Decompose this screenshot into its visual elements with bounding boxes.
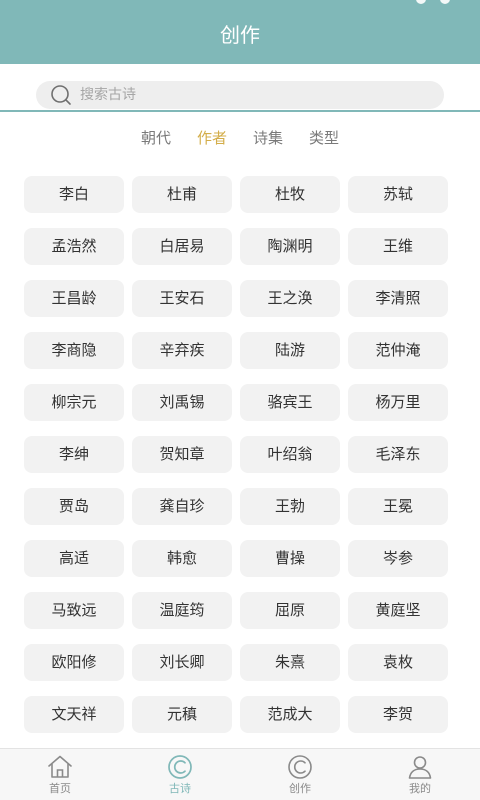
- poet-item[interactable]: 王勃: [240, 488, 340, 525]
- poet-item[interactable]: 王之涣: [240, 280, 340, 317]
- search-bar: [0, 64, 480, 112]
- poet-item[interactable]: 柳宗元: [24, 384, 124, 421]
- nav-label-home: 首页: [49, 782, 71, 795]
- poet-item[interactable]: 欧阳修: [24, 644, 124, 681]
- poet-item[interactable]: 刘禹锡: [132, 384, 232, 421]
- poet-item[interactable]: 屈原: [240, 592, 340, 629]
- filter-tabs: 朝代 作者 诗集 类型: [0, 124, 480, 152]
- poet-item[interactable]: 白居易: [132, 228, 232, 265]
- poet-item[interactable]: 陶渊明: [240, 228, 340, 265]
- create-icon: [288, 755, 312, 779]
- poet-item[interactable]: 岑参: [348, 540, 448, 577]
- poet-item[interactable]: 朱熹: [240, 644, 340, 681]
- poet-item[interactable]: 韩愈: [132, 540, 232, 577]
- page-title: 创作: [220, 23, 260, 47]
- poet-item[interactable]: 贾岛: [24, 488, 124, 525]
- search-input[interactable]: [80, 81, 420, 109]
- poet-item[interactable]: 元稹: [132, 696, 232, 733]
- poet-item[interactable]: 高适: [24, 540, 124, 577]
- poet-item[interactable]: 王冕: [348, 488, 448, 525]
- search-box[interactable]: [36, 81, 444, 109]
- poet-item[interactable]: 骆宾王: [240, 384, 340, 421]
- tab-type[interactable]: 类型: [309, 124, 339, 152]
- nav-profile[interactable]: 我的: [360, 749, 480, 800]
- poet-item[interactable]: 李清照: [348, 280, 448, 317]
- poet-item[interactable]: 龚自珍: [132, 488, 232, 525]
- search-icon: [51, 85, 71, 105]
- nav-label-poems: 古诗: [169, 782, 191, 795]
- bottom-nav: 首页 古诗 创作 我的: [0, 748, 480, 800]
- poet-item[interactable]: 贺知章: [132, 436, 232, 473]
- tab-collection[interactable]: 诗集: [253, 124, 283, 152]
- poet-item[interactable]: 孟浩然: [24, 228, 124, 265]
- poet-item[interactable]: 苏轼: [348, 176, 448, 213]
- poet-item[interactable]: 王安石: [132, 280, 232, 317]
- poet-item[interactable]: 李商隐: [24, 332, 124, 369]
- poet-item[interactable]: 王昌龄: [24, 280, 124, 317]
- home-icon: [48, 755, 72, 778]
- nav-label-profile: 我的: [409, 782, 431, 795]
- poet-item[interactable]: 刘长卿: [132, 644, 232, 681]
- poet-item[interactable]: 李绅: [24, 436, 124, 473]
- poet-item[interactable]: 王维: [348, 228, 448, 265]
- poet-item[interactable]: 马致远: [24, 592, 124, 629]
- nav-create[interactable]: 创作: [240, 749, 360, 800]
- poet-item[interactable]: 范仲淹: [348, 332, 448, 369]
- tab-author[interactable]: 作者: [197, 124, 227, 152]
- poet-item[interactable]: 李贺: [348, 696, 448, 733]
- poet-item[interactable]: 杜牧: [240, 176, 340, 213]
- poet-item[interactable]: 黄庭坚: [348, 592, 448, 629]
- nav-home[interactable]: 首页: [0, 749, 120, 800]
- poem-icon: [168, 755, 192, 779]
- user-icon: [408, 756, 432, 779]
- poet-item[interactable]: 杨万里: [348, 384, 448, 421]
- poet-item[interactable]: 袁枚: [348, 644, 448, 681]
- tab-dynasty[interactable]: 朝代: [141, 124, 171, 152]
- poet-item[interactable]: 温庭筠: [132, 592, 232, 629]
- app-header: 创作: [0, 0, 480, 64]
- poet-item[interactable]: 李白: [24, 176, 124, 213]
- poet-item[interactable]: 叶绍翁: [240, 436, 340, 473]
- poet-grid: 李白 杜甫 杜牧 苏轼 孟浩然 白居易 陶渊明 王维 王昌龄 王安石 王之涣 李清照 李商隐 辛弃疾 陆游范…: [24, 176, 456, 733]
- poet-item[interactable]: 文天祥: [24, 696, 124, 733]
- nav-label-create: 创作: [289, 782, 311, 795]
- poet-item[interactable]: 毛泽东: [348, 436, 448, 473]
- poet-item[interactable]: 曹操: [240, 540, 340, 577]
- poet-item[interactable]: 杜甫: [132, 176, 232, 213]
- nav-poems[interactable]: 古诗: [120, 749, 240, 800]
- poet-item[interactable]: 辛弃疾: [132, 332, 232, 369]
- poet-item[interactable]: 范成大: [240, 696, 340, 733]
- poet-item[interactable]: 陆游: [240, 332, 340, 369]
